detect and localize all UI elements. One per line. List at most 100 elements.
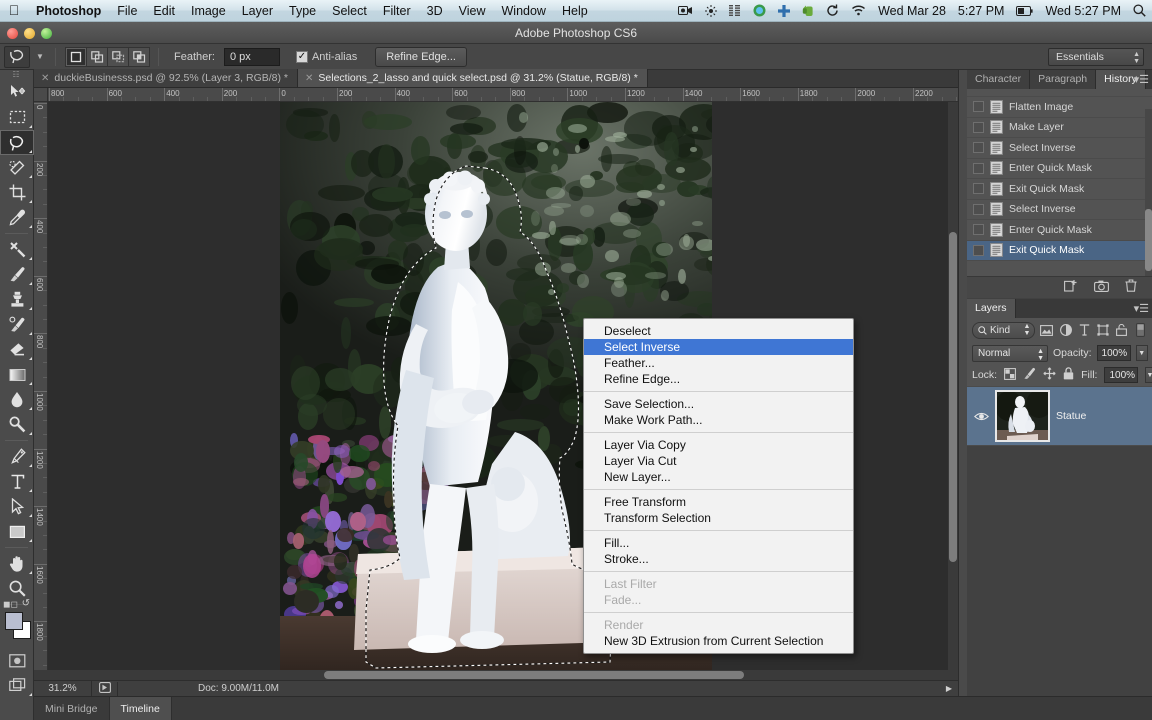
menu-item-refine-edge[interactable]: Refine Edge... [584,371,853,387]
apple-logo-icon[interactable]:  [0,3,28,19]
horizontal-scroll-thumb[interactable] [324,671,744,679]
menu-item-stroke[interactable]: Stroke... [584,551,853,567]
history-state-row[interactable]: Exit Quick Mask [967,179,1152,200]
document-tab-duckie[interactable]: ✕ duckieBusinesss.psd @ 92.5% (Layer 3, … [34,69,298,87]
ruler-origin[interactable] [34,88,48,102]
lock-image-pixels-icon[interactable] [1023,367,1036,383]
menu-help[interactable]: Help [554,0,596,22]
fill-value[interactable]: 100% [1104,367,1139,383]
menu-item-make-work-path[interactable]: Make Work Path... [584,412,853,428]
layer-thumbnail[interactable] [995,390,1050,442]
tools-panel-grip[interactable]: ☷ [0,70,33,80]
lock-all-icon[interactable] [1063,367,1074,383]
menu-item-select-inverse[interactable]: Select Inverse [584,339,853,355]
expand-arrow-icon[interactable]: ▶ [940,684,958,693]
history-source-checkbox[interactable] [973,224,984,236]
history-state-row[interactable]: Flatten Image [967,97,1152,118]
history-state-row[interactable]: Make Layer [967,118,1152,138]
menu-item-save-selection[interactable]: Save Selection... [584,396,853,412]
path-selection-tool[interactable] [0,494,34,519]
menu-item-new-layer[interactable]: New Layer... [584,469,853,485]
horizontal-ruler[interactable]: 800 600 400 200 0 200 400 600 800 1000 1200 1400 160… [48,88,958,102]
gradient-tool[interactable] [0,362,34,387]
search-icon[interactable] [1127,4,1152,17]
hand-tool[interactable] [0,551,34,576]
history-state-row[interactable]: Enter Quick Mask [967,220,1152,241]
dodge-tool[interactable] [0,412,34,437]
tab-paragraph[interactable]: Paragraph [1030,70,1097,89]
panel-menu-icon[interactable]: ▾☰ [1134,302,1149,315]
tool-preset-chevron-icon[interactable]: ▼ [34,52,46,61]
history-source-checkbox[interactable] [973,121,984,133]
history-source-checkbox[interactable] [973,162,984,174]
close-button[interactable] [7,28,18,39]
feather-input[interactable]: 0 px [223,47,280,66]
minimize-button[interactable] [24,28,35,39]
tab-mini-bridge[interactable]: Mini Bridge [34,696,110,720]
filter-shape-icon[interactable] [1096,322,1111,339]
menu-item-deselect[interactable]: Deselect [584,323,853,339]
layer-filter-kind-select[interactable]: Kind ▲ ▼ [972,321,1036,339]
opacity-slider-button[interactable]: ▼ [1135,345,1148,361]
history-brush-tool[interactable] [0,312,34,337]
lock-transparent-pixels-icon[interactable] [1004,367,1017,383]
canvas-horizontal-scrollbar[interactable] [34,670,958,680]
history-state-row[interactable]: Enter Quick Mask [967,159,1152,179]
new-selection-button[interactable] [65,46,87,67]
opacity-value[interactable]: 100% [1096,345,1131,361]
quick-selection-tool[interactable] [0,155,34,180]
history-state-row[interactable]: Exit Quick Mask [967,240,1152,261]
history-state-row[interactable]: Select Inverse [967,138,1152,159]
rectangle-shape-tool[interactable] [0,519,34,544]
lasso-tool[interactable] [0,130,34,155]
quick-mask-toggle[interactable] [0,648,34,673]
zoom-level[interactable]: 31.2% [34,680,92,697]
vertical-scroll-thumb[interactable] [949,232,957,562]
document-proxy-icon[interactable] [92,681,118,696]
sync-icon[interactable] [820,4,845,17]
menu-item-new-3d-extrusion-from-current-selection[interactable]: New 3D Extrusion from Current Selection [584,633,853,649]
layer-visibility-eye-icon[interactable] [973,411,989,422]
history-source-checkbox[interactable] [973,203,984,215]
pen-tool[interactable] [0,444,34,469]
history-source-checkbox[interactable] [973,142,984,154]
menu-filter[interactable]: Filter [375,0,419,22]
blur-tool[interactable] [0,387,34,412]
refine-edge-button[interactable]: Refine Edge... [375,46,467,67]
close-icon[interactable]: ✕ [305,73,313,84]
clone-stamp-tool[interactable] [0,287,34,312]
dropbox-icon[interactable] [747,4,772,17]
screen-recorder-icon[interactable] [672,5,699,16]
list-icon[interactable] [723,5,747,16]
filter-smart-object-icon[interactable] [1115,322,1130,339]
menubar-clock-secondary[interactable]: Wed 5:27 PM [1039,0,1127,22]
menu-item-transform-selection[interactable]: Transform Selection [584,510,853,526]
new-snapshot-icon[interactable] [1094,279,1109,297]
spot-healing-brush-tool[interactable] [0,237,34,262]
brush-tool[interactable] [0,262,34,287]
evernote-icon[interactable] [796,5,820,17]
history-list[interactable]: Flatten Image Make Layer Select Inverse Ent… [967,97,1152,261]
crop-tool[interactable] [0,180,34,205]
menu-file[interactable]: File [109,0,145,22]
fill-slider-button[interactable]: ▼ [1145,367,1152,383]
screen-mode-button[interactable] [0,673,34,698]
menu-item-layer-via-copy[interactable]: Layer Via Copy [584,437,853,453]
swap-colors-icon[interactable]: ↺ [22,598,30,609]
history-state-row[interactable]: Select Inverse [967,200,1152,220]
tab-layers[interactable]: Layers [967,299,1016,318]
filter-toggle-switch[interactable] [1133,322,1148,339]
dock-collapse-bar[interactable] [959,70,967,720]
menu-layer[interactable]: Layer [234,0,281,22]
eraser-tool[interactable] [0,337,34,362]
filter-type-icon[interactable] [1077,322,1092,339]
document-tab-selections[interactable]: ✕ Selections_2_lasso and quick select.ps… [298,69,648,87]
history-scroll-thumb[interactable] [1145,209,1152,271]
menu-image[interactable]: Image [183,0,234,22]
menu-select[interactable]: Select [324,0,375,22]
close-icon[interactable]: ✕ [41,73,49,84]
menu-item-feather[interactable]: Feather... [584,355,853,371]
intersect-selection-button[interactable] [128,46,150,67]
blend-mode-select[interactable]: Normal ▲ ▼ [972,344,1048,362]
new-document-from-state-icon[interactable] [1064,279,1078,297]
